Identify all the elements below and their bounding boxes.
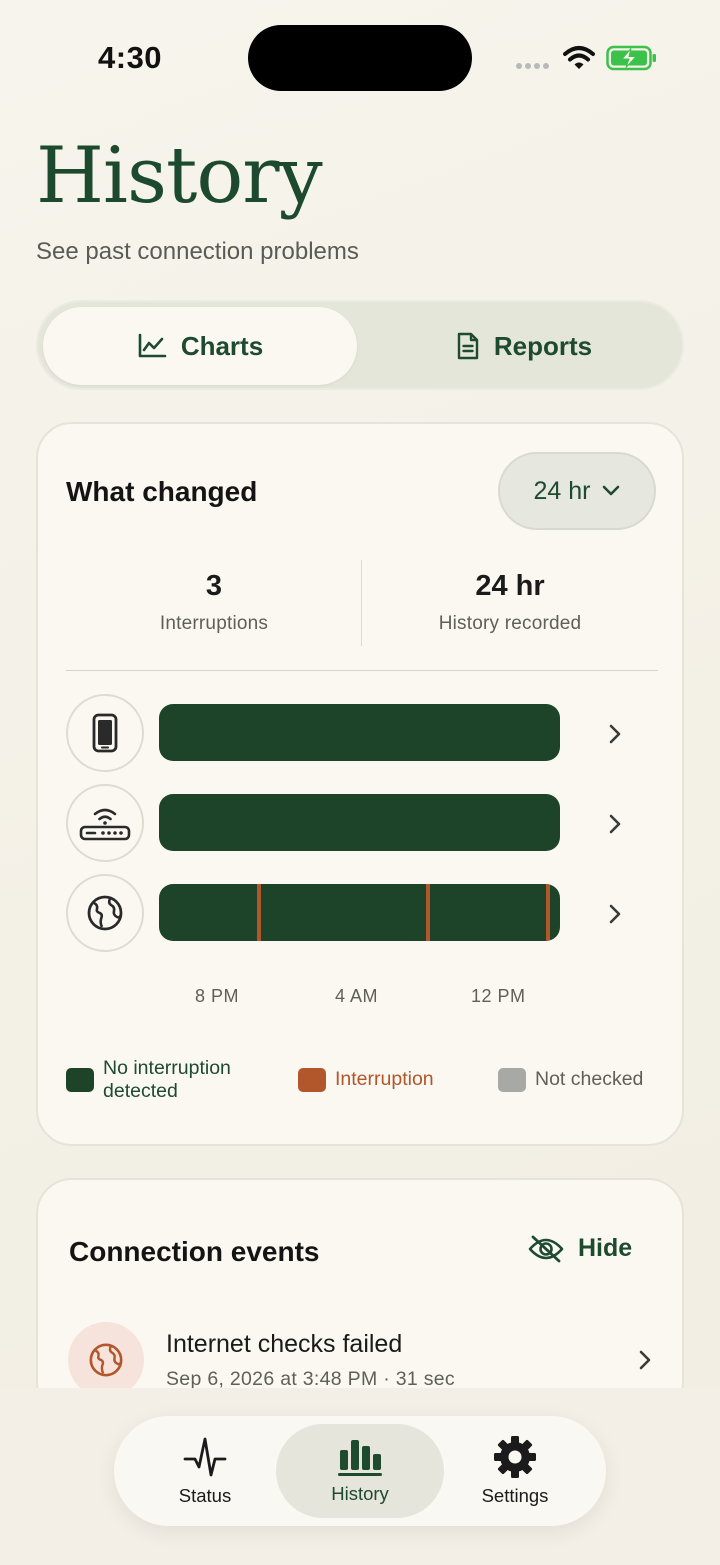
page-title: History	[36, 131, 323, 221]
time-range-dropdown[interactable]: 24 hr	[498, 452, 656, 530]
legend-swatch-interruption	[298, 1068, 326, 1092]
view-switcher: Charts Reports	[36, 300, 684, 390]
pulse-icon	[183, 1437, 227, 1477]
interruption-marker	[546, 884, 550, 941]
legend-swatch-no-interruption	[66, 1068, 94, 1092]
stat-value: 3	[205, 570, 223, 602]
status-time: 4:30	[98, 40, 163, 75]
tab-bar: Status History Settings	[114, 1416, 606, 1526]
router-icon	[79, 808, 131, 841]
chevron-right-icon	[639, 1350, 651, 1370]
device-internet-button[interactable]	[66, 874, 144, 952]
stat-history-recorded: 24 hr History recorded	[362, 570, 658, 635]
interruption-marker	[257, 884, 261, 941]
event-title: Internet checks failed	[166, 1330, 403, 1358]
line-chart-icon	[138, 333, 167, 358]
dynamic-island	[248, 25, 472, 91]
time-axis-label: 4 AM	[335, 986, 379, 1006]
nav-history[interactable]: History	[276, 1424, 444, 1518]
stat-label: History recorded	[438, 613, 582, 634]
what-changed-heading: What changed	[66, 476, 258, 507]
bar-chart-icon	[338, 1440, 382, 1476]
eye-slash-icon	[528, 1235, 564, 1262]
nav-history-label: History	[331, 1483, 389, 1504]
chevron-right-icon[interactable]	[608, 813, 622, 835]
nav-status[interactable]: Status	[134, 1424, 276, 1518]
tab-reports-label: Reports	[493, 330, 593, 361]
chevron-right-icon[interactable]	[608, 723, 622, 745]
time-axis-label: 12 PM	[471, 986, 526, 1006]
page-subtitle: See past connection problems	[36, 238, 359, 265]
document-icon	[457, 332, 479, 360]
connection-events-heading: Connection events	[69, 1236, 320, 1267]
chevron-right-icon[interactable]	[608, 903, 622, 925]
device-router-button[interactable]	[66, 784, 144, 862]
time-axis-label: 8 PM	[195, 986, 240, 1006]
globe-icon	[89, 1343, 123, 1377]
battery-charging-icon	[606, 45, 656, 71]
stat-label: Interruptions	[159, 613, 269, 634]
phone-icon	[92, 713, 118, 753]
internet-status-bar	[159, 884, 560, 941]
gear-icon	[494, 1436, 536, 1478]
stat-value: 24 hr	[475, 570, 545, 602]
device-phone-button[interactable]	[66, 694, 144, 772]
tab-charts[interactable]: Charts	[43, 307, 357, 385]
nav-settings[interactable]: Settings	[444, 1424, 586, 1518]
legend-swatch-not-checked	[498, 1068, 526, 1092]
legend-label-no-interruption: No interruption detected	[103, 1057, 231, 1102]
connection-events-card: Connection events Hide Internet checks f…	[36, 1178, 684, 1418]
section-divider	[66, 670, 658, 671]
globe-icon	[87, 895, 123, 931]
legend-label-not-checked: Not checked	[535, 1068, 644, 1090]
chevron-down-icon	[603, 485, 620, 496]
nav-settings-label: Settings	[481, 1485, 549, 1506]
router-status-bar	[159, 794, 560, 851]
what-changed-card: What changed 24 hr 3 Interruptions 24 hr…	[36, 422, 684, 1146]
hide-events-button[interactable]: Hide	[528, 1234, 632, 1263]
interruption-marker	[426, 884, 430, 941]
wifi-icon	[563, 46, 595, 69]
phone-status-bar	[159, 704, 560, 761]
stat-interruptions: 3 Interruptions	[66, 570, 362, 635]
nav-status-label: Status	[178, 1485, 232, 1506]
time-range-value: 24 hr	[533, 476, 591, 505]
legend-label-interruption: Interruption	[335, 1068, 434, 1090]
tab-charts-label: Charts	[180, 330, 264, 361]
tab-reports[interactable]: Reports	[374, 307, 674, 385]
cellular-signal-icon	[516, 63, 549, 69]
event-icon-badge	[68, 1322, 144, 1398]
hide-label: Hide	[578, 1234, 633, 1262]
